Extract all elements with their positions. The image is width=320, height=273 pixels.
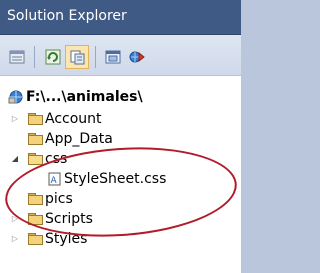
tree-item-label: css — [45, 151, 68, 167]
website-globe-icon — [8, 90, 23, 104]
tree-item-css[interactable]: ◢ css — [0, 149, 241, 169]
title-bar: Solution Explorer — [0, 0, 241, 35]
tree-item-account[interactable]: ▷ Account — [0, 109, 241, 129]
folder-icon — [28, 213, 43, 225]
tree-root[interactable]: F:\...\animales\ — [0, 87, 241, 107]
properties-button[interactable] — [8, 48, 26, 66]
expand-arrow-icon[interactable]: ▷ — [10, 114, 20, 124]
expand-arrow-icon[interactable]: ▷ — [10, 214, 20, 224]
tree-root-label: F:\...\animales\ — [26, 89, 143, 105]
tree-item-label: Styles — [45, 231, 88, 247]
tree-item-label: Scripts — [45, 211, 93, 227]
view-designer-icon — [105, 50, 121, 64]
show-all-files-button[interactable] — [65, 45, 89, 69]
refresh-button[interactable] — [44, 48, 62, 66]
copy-website-button[interactable] — [128, 48, 146, 66]
svg-text:A: A — [51, 176, 58, 186]
tree-item-scripts[interactable]: ▷ Scripts — [0, 209, 241, 229]
stylesheet-icon: A — [48, 172, 61, 186]
refresh-icon — [45, 49, 61, 65]
expand-arrow-icon[interactable]: ▷ — [10, 234, 20, 244]
open-folder-icon — [28, 153, 43, 165]
tree-item-styles[interactable]: ▷ Styles — [0, 229, 241, 249]
show-all-files-icon — [70, 50, 85, 65]
solution-explorer-window: Solution Explorer F:\...\animales\ ▷ Acc… — [0, 0, 241, 273]
tree-item-app-data[interactable]: ▷ App_Data — [0, 129, 241, 149]
folder-icon — [28, 233, 43, 245]
window-title: Solution Explorer — [7, 8, 127, 24]
folder-icon — [28, 133, 43, 145]
toolbar-separator — [95, 46, 96, 68]
tree-item-label: StyleSheet.css — [64, 171, 167, 187]
properties-icon — [9, 50, 25, 64]
view-designer-button[interactable] — [104, 48, 122, 66]
tree-item-stylesheet[interactable]: A StyleSheet.css — [0, 169, 241, 189]
tree-item-label: Account — [45, 111, 102, 127]
toolbar — [0, 35, 241, 76]
toolbar-separator — [34, 46, 35, 68]
copy-website-icon — [129, 51, 145, 63]
folder-icon — [28, 113, 43, 125]
solution-tree: F:\...\animales\ ▷ Account ▷ App_Data ◢ … — [0, 76, 241, 273]
tree-item-label: App_Data — [45, 131, 113, 147]
folder-icon — [28, 193, 43, 205]
tree-item-pics[interactable]: pics — [0, 189, 241, 209]
tree-item-label: pics — [45, 191, 73, 207]
collapse-arrow-icon[interactable]: ◢ — [10, 154, 20, 164]
